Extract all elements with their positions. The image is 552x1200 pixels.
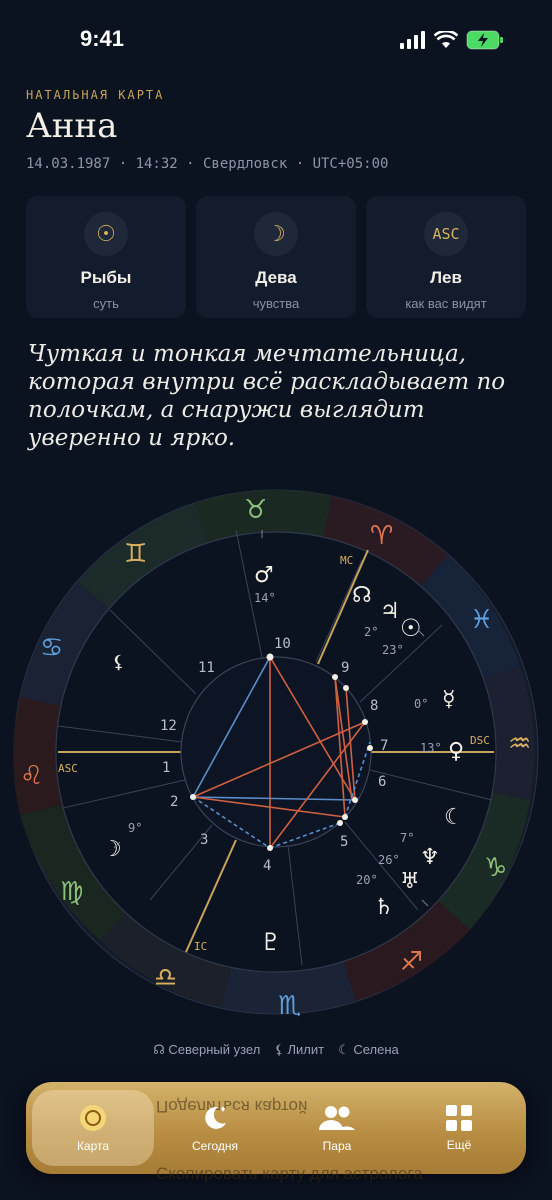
legend-lilith: ⚸ Лилит: [274, 1042, 325, 1057]
neptune-degree: 7°: [400, 831, 414, 845]
sun-icon: ☉: [84, 212, 128, 256]
signal-icon: [400, 31, 425, 49]
house-5: 5: [340, 834, 348, 850]
uranus-icon: ♅: [400, 869, 420, 894]
house-11: 11: [198, 660, 215, 676]
jupiter-icon: ♃: [380, 599, 400, 624]
saturn-degree: 20°: [356, 873, 378, 887]
house-8: 8: [370, 698, 378, 714]
mars-icon: ♂: [254, 563, 274, 588]
legend-selena: ☾ Селена: [338, 1042, 399, 1057]
venus-icon: ♀: [448, 739, 464, 764]
natal-wheel[interactable]: ASC DSC MC IC 1 2 3 4 5 6 7 8 9 10 11 12: [0, 470, 552, 1030]
tab-chart-label: Карта: [76, 1139, 110, 1153]
chart-sun-icon: [80, 1105, 106, 1131]
tab-pair-label: Пара: [322, 1139, 352, 1153]
tab-today[interactable]: Сегодня: [154, 1090, 276, 1166]
page-overline: НАТАЛЬНАЯ КАРТА: [26, 88, 165, 102]
sun-degree: 23°: [382, 643, 404, 657]
wifi-icon: [434, 31, 458, 48]
sun-caption: суть: [93, 296, 119, 311]
moon-icon: ☽: [254, 212, 298, 256]
gemini-icon: ♊: [124, 539, 147, 569]
grid-icon: [446, 1105, 472, 1131]
moon-stars-icon: [205, 1106, 226, 1129]
mercury-icon: ☿: [442, 687, 456, 712]
selena-icon: ☾: [444, 805, 464, 830]
birth-meta: 14.03.1987 · 14:32 · Свердловск · UTC+05…: [26, 156, 389, 172]
ascendant-card[interactable]: ASC Лев как вас видят: [366, 196, 526, 318]
sun-sign: Рыбы: [80, 268, 132, 287]
sun-planet-icon: ☉: [400, 614, 422, 642]
chart-legend: ☊ Северный узел ⚸ Лилит ☾ Селена: [0, 1042, 552, 1058]
status-bar: 9:41: [0, 0, 552, 80]
moon-card[interactable]: ☽ Дева чувства: [196, 196, 356, 318]
page-title: Анна: [26, 106, 118, 146]
asc-label: ASC: [58, 762, 78, 775]
jupiter-degree: 2°: [364, 625, 378, 639]
pisces-icon: ♓: [470, 605, 493, 635]
dsc-label: DSC: [470, 734, 490, 747]
tab-pair[interactable]: Пара: [276, 1090, 398, 1166]
moon-planet-icon: ☽: [102, 837, 122, 862]
battery-charging-icon: [466, 30, 503, 50]
cancer-icon: ♋: [40, 633, 63, 663]
status-icons: [400, 30, 504, 50]
north-node-icon: ☊: [352, 583, 372, 608]
saturn-icon: ♄: [374, 895, 394, 920]
mc-label: MC: [340, 554, 353, 567]
mars-degree: 14°: [254, 591, 276, 605]
taurus-icon: ♉: [244, 495, 267, 525]
status-time: 9:41: [80, 26, 125, 51]
sagittarius-icon: ♐: [400, 947, 423, 977]
moon-sign: Дева: [255, 268, 297, 287]
copy-chart-link: Скопировать карту для астролога: [156, 1164, 423, 1183]
venus-degree: 13°: [420, 741, 442, 755]
ascendant-caption: как вас видят: [405, 296, 487, 311]
house-9: 9: [341, 660, 349, 676]
tab-more-label: Ещё: [446, 1138, 472, 1152]
house-3: 3: [200, 832, 208, 848]
chart-header: НАТАЛЬНАЯ КАРТА Анна 14.03.1987 · 14:32 …: [26, 88, 388, 172]
house-6: 6: [378, 774, 386, 790]
house-2: 2: [170, 794, 178, 810]
people-icon: [319, 1106, 355, 1130]
ascendant-sign: Лев: [430, 268, 462, 287]
lilith-icon: ⚸: [112, 652, 125, 673]
tab-chart[interactable]: Карта: [32, 1090, 154, 1166]
ascendant-icon: ASC: [424, 212, 468, 256]
leo-icon: ♌: [20, 761, 43, 791]
house-7: 7: [380, 738, 388, 754]
aries-icon: ♈: [370, 521, 393, 551]
uranus-degree: 26°: [378, 853, 400, 867]
mercury-degree: 0°: [414, 697, 428, 711]
virgo-icon: ♍: [60, 877, 83, 907]
legend-north-node: ☊ Северный узел: [153, 1042, 261, 1057]
sun-card[interactable]: ☉ Рыбы суть: [26, 196, 186, 318]
tab-more[interactable]: Ещё: [398, 1090, 520, 1166]
house-4: 4: [263, 858, 271, 874]
house-10: 10: [274, 636, 291, 652]
aquarius-icon: ♒: [508, 729, 531, 759]
pluto-icon: ♇: [260, 928, 282, 956]
tab-bar: Поделиться картой Скопировать карту для …: [26, 1082, 526, 1183]
capricorn-icon: ♑: [484, 853, 507, 883]
tab-today-label: Сегодня: [192, 1139, 238, 1153]
personality-summary: Чуткая и тонкая мечтательница, которая в…: [28, 341, 506, 451]
scorpio-icon: ♏: [278, 991, 301, 1021]
big-three-cards: ☉ Рыбы суть ☽ Дева чувства ASC Лев как в…: [26, 196, 526, 318]
neptune-icon: ♆: [420, 845, 440, 870]
tabs: Карта Сегодня Пара Ещё: [32, 1090, 520, 1166]
house-12: 12: [160, 718, 177, 734]
libra-icon: ♎: [154, 963, 177, 993]
ic-label: IC: [194, 940, 207, 953]
moon-caption: чувства: [252, 296, 300, 311]
moon-degree: 9°: [128, 821, 142, 835]
house-1: 1: [162, 760, 170, 776]
